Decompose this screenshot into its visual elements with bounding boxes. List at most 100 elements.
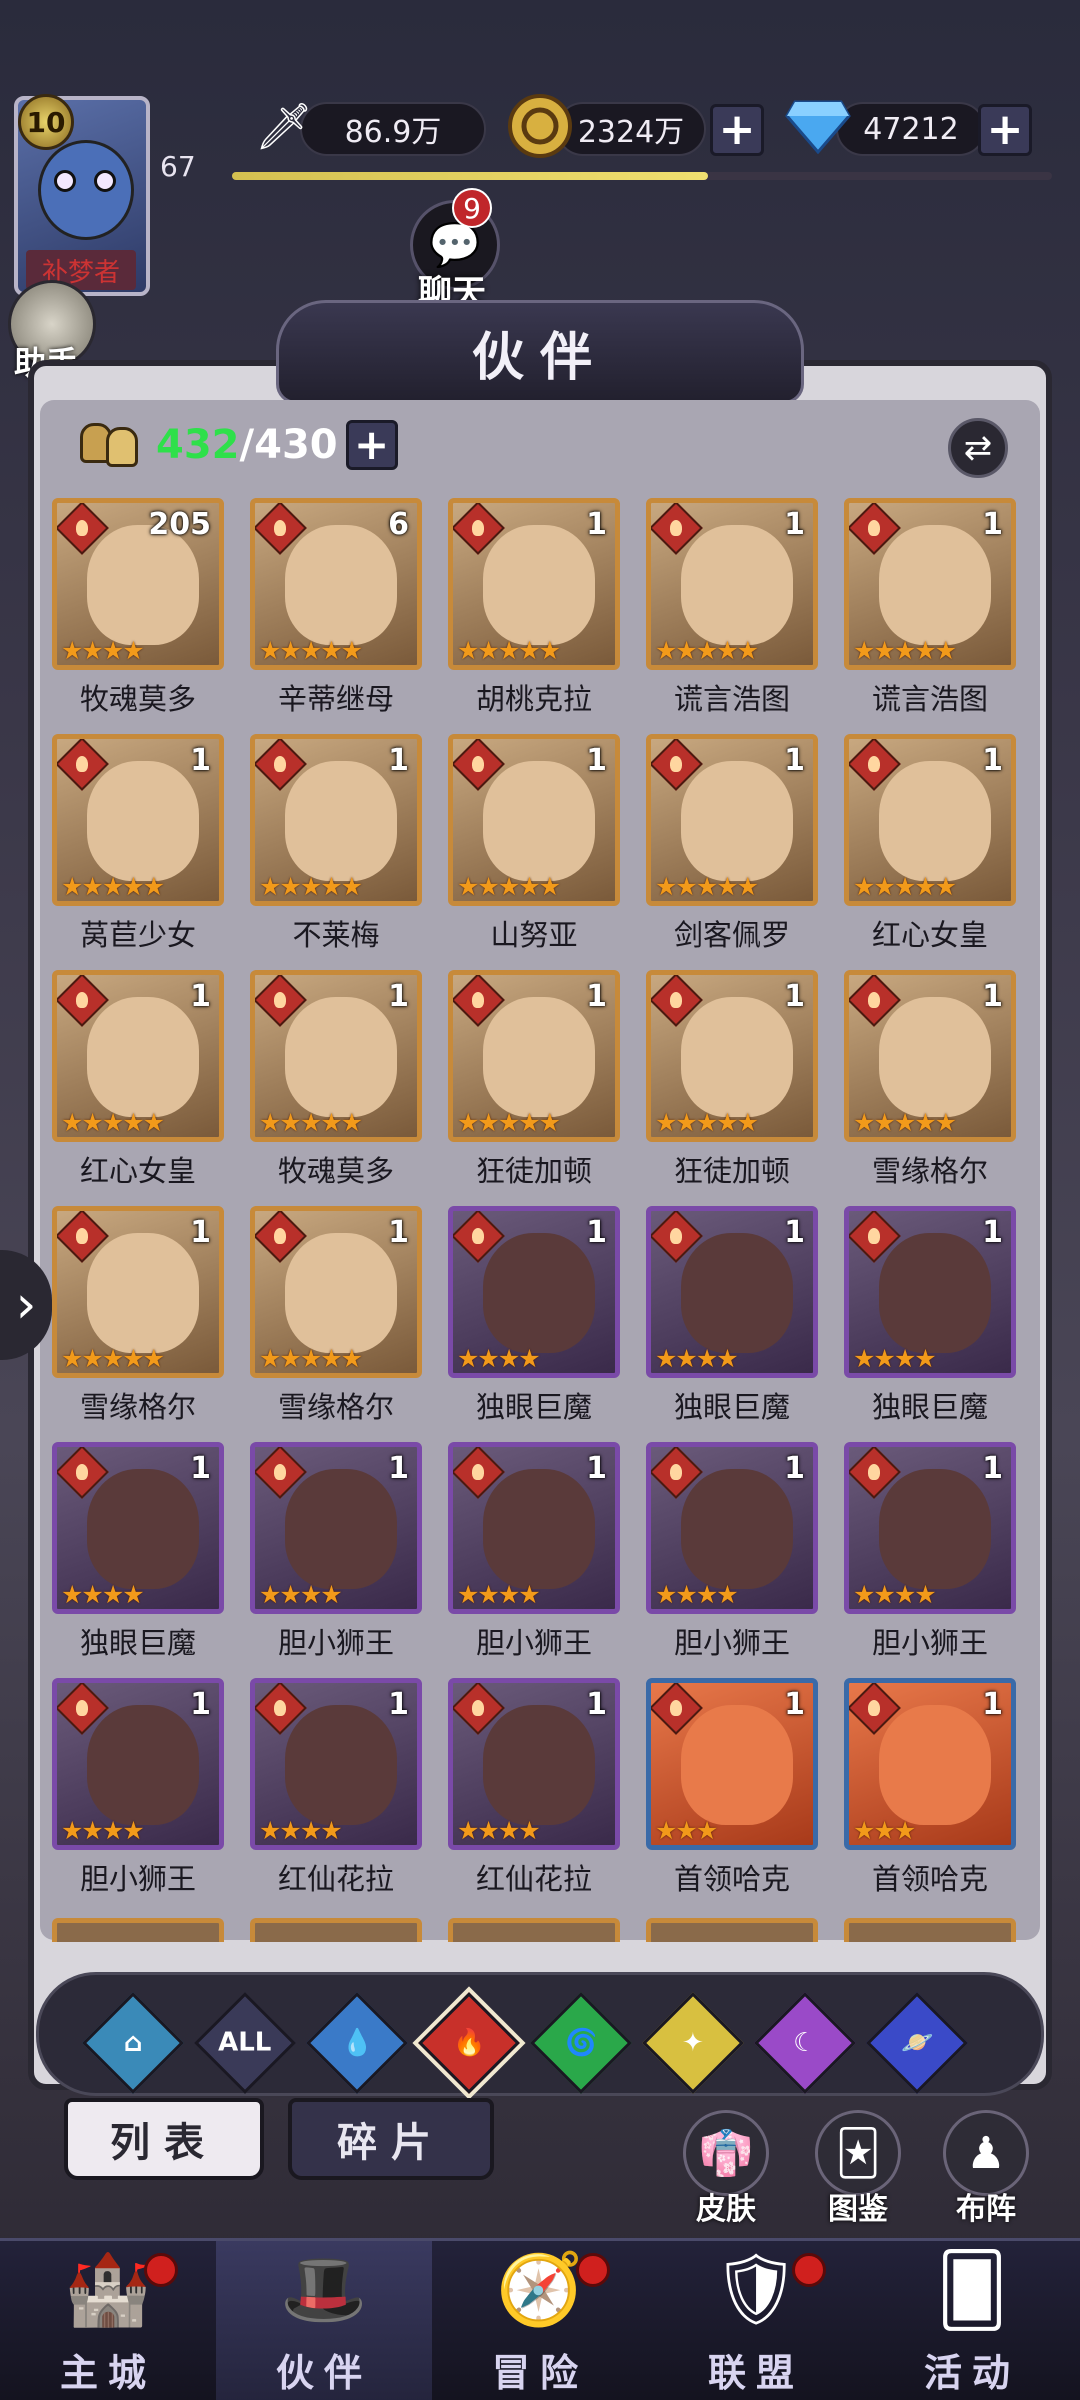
hero-card-partial[interactable]: [646, 1918, 818, 1942]
hero-card-partial[interactable]: [52, 1918, 224, 1942]
hero-copies: 1: [982, 1451, 1003, 1486]
hero-copies: 1: [190, 1215, 211, 1250]
add-gold-button[interactable]: +: [710, 104, 764, 156]
tab-list[interactable]: 列表: [64, 2098, 264, 2180]
power-sword-icon: 🗡: [254, 98, 314, 153]
hero-count-current: 432: [156, 422, 240, 468]
hero-stars: ★★★: [853, 1816, 916, 1845]
hero-card[interactable]: 1 ★★★★ 胆小狮王: [844, 1442, 1016, 1662]
hero-card[interactable]: 1 ★★★★ 胆小狮王: [448, 1442, 620, 1662]
hero-face: [879, 1469, 991, 1589]
hero-card[interactable]: 1 ★★★ 首领哈克: [844, 1678, 1016, 1898]
add-diamond-button[interactable]: +: [978, 104, 1032, 156]
hero-card[interactable]: 1 ★★★★ 独眼巨魔: [52, 1442, 224, 1662]
nav-wizard-hat[interactable]: 🎩 伙伴: [216, 2241, 432, 2400]
hero-portrait: 1 ★★★★: [52, 1442, 224, 1614]
filter-shield-element-icon[interactable]: ⌂: [82, 1992, 184, 2094]
filter-water-drop-icon[interactable]: 💧: [306, 1992, 408, 2094]
hero-card[interactable]: 1 ★★★★ 红仙花拉: [250, 1678, 422, 1898]
hero-card[interactable]: 1 ★★★★ 独眼巨魔: [844, 1206, 1016, 1426]
element-filter-bar: ⌂ ALL 💧 🔥 🌀 ✦ ☾ 🪐: [36, 1972, 1044, 2096]
hero-card[interactable]: 1 ★★★ 首领哈克: [646, 1678, 818, 1898]
hero-portrait: 1 ★★★★: [448, 1678, 620, 1850]
hero-stars: ★★★★★: [259, 872, 363, 901]
hero-name: 雪缘格尔: [79, 1390, 196, 1424]
hero-portrait: 1 ★★★★: [52, 1678, 224, 1850]
formation-button[interactable]: ♟ 布阵: [936, 2110, 1036, 2228]
hero-card[interactable]: 1 ★★★★★ 狂徒加顿: [448, 970, 620, 1190]
moon-icon: ☾: [793, 2028, 817, 2058]
nav-castle[interactable]: 🏰 主城: [0, 2241, 216, 2400]
hero-card[interactable]: 1 ★★★★ 胆小狮王: [250, 1442, 422, 1662]
hero-card[interactable]: 1 ★★★★★ 雪缘格尔: [844, 970, 1016, 1190]
hero-card[interactable]: 1 ★★★★★ 莴苣少女: [52, 734, 224, 954]
hero-copies: 1: [388, 1451, 409, 1486]
hero-portrait: 1 ★★★★: [844, 1442, 1016, 1614]
hero-card[interactable]: 1 ★★★★★ 不莱梅: [250, 734, 422, 954]
filter-wind-icon[interactable]: 🌀: [530, 1992, 632, 2094]
hero-card[interactable]: 6 ★★★★★ 辛蒂继母: [250, 498, 422, 718]
hero-name: 谎言浩图: [673, 682, 790, 716]
hero-card[interactable]: 1 ★★★★ 胆小狮王: [52, 1678, 224, 1898]
hero-card[interactable]: 1 ★★★★★ 剑客佩罗: [646, 734, 818, 954]
sort-swap-button[interactable]: ⇄: [948, 418, 1008, 478]
hero-card[interactable]: 205 ★★★★ 牧魂莫多: [52, 498, 224, 718]
codex-button[interactable]: 🃏 图鉴: [808, 2110, 908, 2228]
nav-compass[interactable]: 🧭 冒险: [432, 2241, 648, 2400]
filter-moon-icon[interactable]: ☾: [754, 1992, 856, 2094]
skin-button[interactable]: 👘 皮肤: [676, 2110, 776, 2228]
hero-card[interactable]: 1 ★★★★★ 谎言浩图: [646, 498, 818, 718]
hero-copies: 1: [982, 1687, 1003, 1722]
hero-card[interactable]: 1 ★★★★★ 红心女皇: [52, 970, 224, 1190]
hero-card[interactable]: 1 ★★★★★ 胡桃克拉: [448, 498, 620, 718]
hero-name: 胆小狮王: [277, 1626, 394, 1660]
expand-capacity-button[interactable]: +: [345, 420, 398, 470]
avatar-face: [38, 140, 134, 240]
filter-all-label[interactable]: ALL: [194, 1992, 296, 2094]
hero-card-partial[interactable]: [844, 1918, 1016, 1942]
hero-copies: 1: [784, 1451, 805, 1486]
filter-light-icon[interactable]: ✦: [642, 1992, 744, 2094]
hero-card[interactable]: 1 ★★★★★ 谎言浩图: [844, 498, 1016, 718]
hero-portrait: 1 ★★★★: [646, 1206, 818, 1378]
hero-stars: ★★★★★: [853, 872, 957, 901]
hero-card[interactable]: 1 ★★★★ 独眼巨魔: [646, 1206, 818, 1426]
nav-cards[interactable]: 🂠 活动: [864, 2241, 1080, 2400]
hero-portrait: 1 ★★★: [844, 1678, 1016, 1850]
light-icon: ✦: [682, 2027, 704, 2058]
hero-grid[interactable]: 205 ★★★★ 牧魂莫多 6 ★★★★★ 辛蒂继母 1 ★★★★★ 胡桃克拉 1 ★★★★★ 谎言浩…: [52, 498, 1032, 1942]
tab-fragments[interactable]: 碎片: [288, 2098, 494, 2180]
hero-card[interactable]: 1 ★★★★ 独眼巨魔: [448, 1206, 620, 1426]
hero-portrait: 1 ★★★★★: [646, 970, 818, 1142]
hero-stars: ★★★★★: [655, 636, 759, 665]
hero-copies: 6: [388, 507, 409, 542]
hero-card[interactable]: 1 ★★★★★ 雪缘格尔: [250, 1206, 422, 1426]
filter-planet-icon[interactable]: 🪐: [866, 1992, 968, 2094]
nav-label: 联盟: [707, 2351, 804, 2395]
hero-card[interactable]: 1 ★★★★★ 牧魂莫多: [250, 970, 422, 1190]
hero-card[interactable]: 1 ★★★★★ 狂徒加顿: [646, 970, 818, 1190]
hero-card[interactable]: 1 ★★★★★ 雪缘格尔: [52, 1206, 224, 1426]
hero-stars: ★★★★: [259, 1816, 343, 1845]
hero-card[interactable]: 1 ★★★★★ 红心女皇: [844, 734, 1016, 954]
hero-card-partial[interactable]: [250, 1918, 422, 1942]
nav-guild-shield[interactable]: 🛡 联盟: [648, 2241, 864, 2400]
hero-stars: ★★★★★: [655, 1108, 759, 1137]
hero-card[interactable]: 1 ★★★★ 红仙花拉: [448, 1678, 620, 1898]
castle-icon: 🏰: [64, 2248, 152, 2330]
hero-copies: 1: [586, 1215, 607, 1250]
hero-face: [285, 1469, 397, 1589]
hero-card[interactable]: 1 ★★★★ 胆小狮王: [646, 1442, 818, 1662]
hero-face: [879, 1705, 991, 1825]
hero-name: 独眼巨魔: [79, 1626, 196, 1660]
guild-shield-icon: 🛡: [711, 2248, 801, 2330]
hero-portrait: 1 ★★★★★: [844, 734, 1016, 906]
hero-copies: 1: [982, 979, 1003, 1014]
hero-card-partial[interactable]: [448, 1918, 620, 1942]
gold-value: 2324万: [556, 102, 706, 156]
hero-stars: ★★★★: [853, 1580, 937, 1609]
hero-portrait: 1 ★★★★★: [448, 734, 620, 906]
hero-face: [483, 1705, 595, 1825]
filter-fire-icon[interactable]: 🔥: [418, 1992, 520, 2094]
hero-card[interactable]: 1 ★★★★★ 山努亚: [448, 734, 620, 954]
